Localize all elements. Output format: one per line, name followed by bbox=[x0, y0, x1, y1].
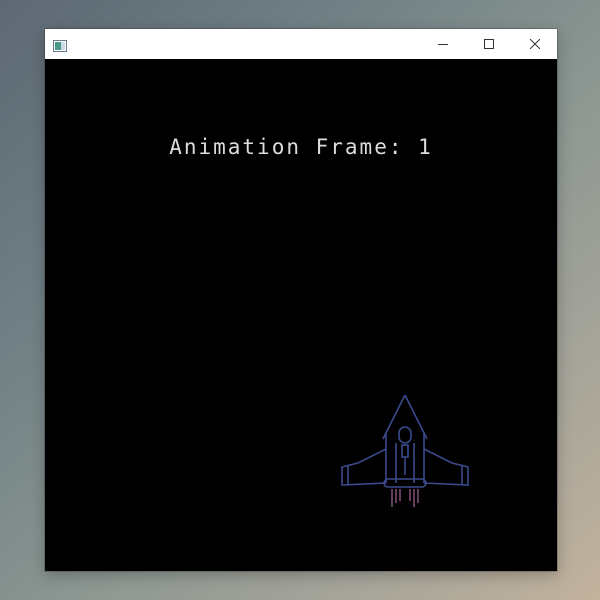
maximize-button[interactable] bbox=[466, 29, 512, 59]
close-icon bbox=[530, 39, 540, 49]
animation-frame-label: Animation Frame: bbox=[169, 135, 404, 159]
close-button[interactable] bbox=[512, 29, 558, 59]
app-icon bbox=[53, 37, 67, 52]
app-window: Animation Frame: 1 bbox=[45, 29, 557, 571]
game-canvas[interactable]: Animation Frame: 1 bbox=[45, 59, 557, 571]
animation-frame-value: 1 bbox=[418, 135, 433, 159]
minimize-icon bbox=[438, 44, 448, 45]
minimize-button[interactable] bbox=[420, 29, 466, 59]
thruster-flames bbox=[391, 489, 419, 507]
title-bar[interactable] bbox=[45, 29, 557, 59]
spaceship-sprite bbox=[341, 395, 469, 507]
animation-frame-readout: Animation Frame: 1 bbox=[45, 135, 557, 159]
maximize-icon bbox=[484, 39, 494, 49]
